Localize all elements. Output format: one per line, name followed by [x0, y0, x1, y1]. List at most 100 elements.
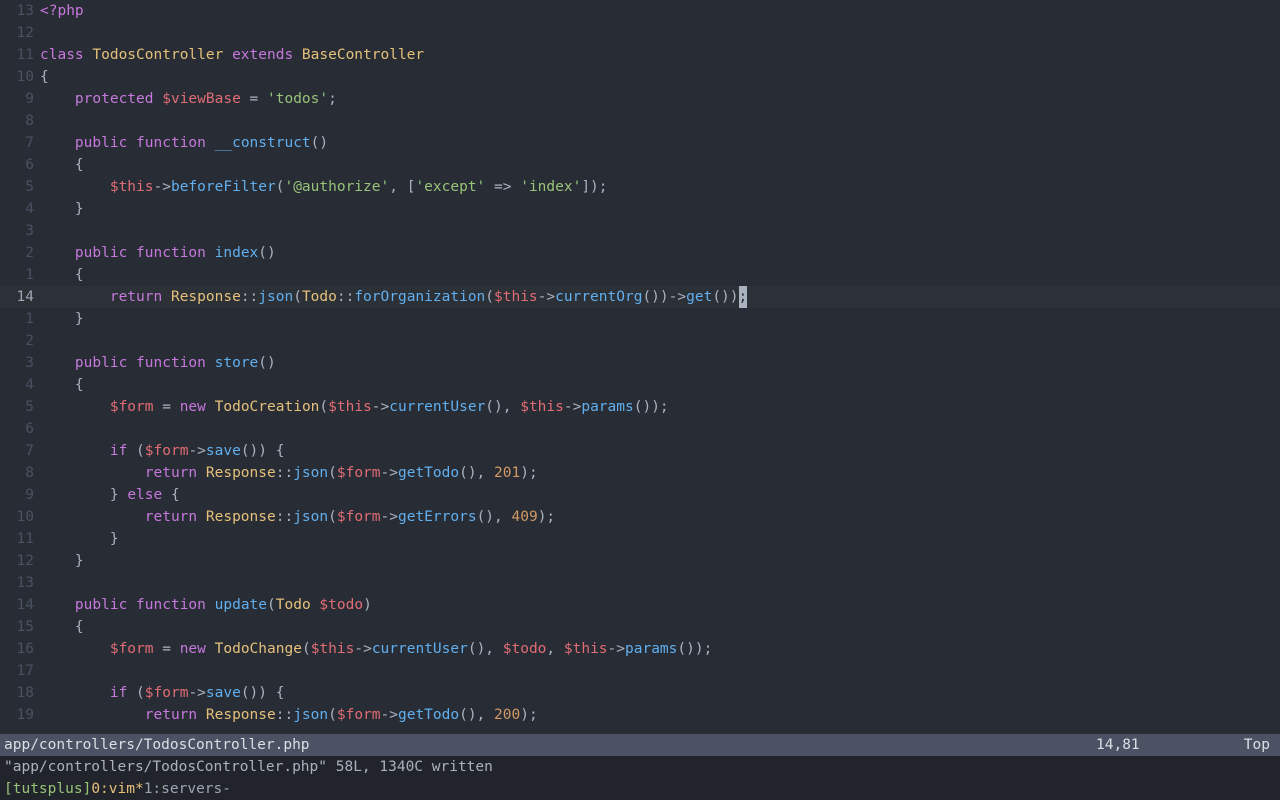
code-line[interactable]: 9 } else { — [0, 484, 1280, 506]
vim-editor[interactable]: 13<?php1211class TodosController extends… — [0, 0, 1280, 800]
code-line[interactable]: 11class TodosController extends BaseCont… — [0, 44, 1280, 66]
code-line[interactable]: 10 return Response::json($form->getError… — [0, 506, 1280, 528]
line-content[interactable]: $form = new TodoCreation($this->currentU… — [40, 396, 1280, 418]
line-content[interactable]: return Response::json(Todo::forOrganizat… — [40, 286, 1280, 308]
code-line[interactable]: 7 if ($form->save()) { — [0, 440, 1280, 462]
status-file: app/controllers/TodosController.php — [4, 734, 1096, 756]
code-line[interactable]: 1 { — [0, 264, 1280, 286]
line-number: 1 — [0, 308, 40, 330]
code-line[interactable]: 2 — [0, 330, 1280, 352]
line-number: 14 — [0, 594, 40, 616]
code-line[interactable]: 11 } — [0, 528, 1280, 550]
code-line[interactable]: 17 — [0, 660, 1280, 682]
vim-message-line: "app/controllers/TodosController.php" 58… — [0, 756, 1280, 778]
line-number: 12 — [0, 22, 40, 44]
line-content[interactable]: if ($form->save()) { — [40, 682, 1280, 704]
line-content[interactable] — [40, 22, 1280, 44]
code-line[interactable]: 12 } — [0, 550, 1280, 572]
code-line[interactable]: 9 protected $viewBase = 'todos'; — [0, 88, 1280, 110]
line-content[interactable] — [40, 220, 1280, 242]
code-line[interactable]: 14 return Response::json(Todo::forOrgani… — [0, 286, 1280, 308]
line-content[interactable] — [40, 572, 1280, 594]
line-number: 1 — [0, 264, 40, 286]
code-line[interactable]: 13<?php — [0, 0, 1280, 22]
line-number: 6 — [0, 154, 40, 176]
line-number: 12 — [0, 550, 40, 572]
code-line[interactable]: 3 — [0, 220, 1280, 242]
code-line[interactable]: 1 } — [0, 308, 1280, 330]
code-line[interactable]: 6 — [0, 418, 1280, 440]
line-number: 3 — [0, 352, 40, 374]
line-content[interactable]: public function update(Todo $todo) — [40, 594, 1280, 616]
code-line[interactable]: 12 — [0, 22, 1280, 44]
line-number: 6 — [0, 418, 40, 440]
code-line[interactable]: 4 } — [0, 198, 1280, 220]
line-content[interactable]: class TodosController extends BaseContro… — [40, 44, 1280, 66]
code-line[interactable]: 13 — [0, 572, 1280, 594]
code-area[interactable]: 13<?php1211class TodosController extends… — [0, 0, 1280, 734]
code-line[interactable]: 18 if ($form->save()) { — [0, 682, 1280, 704]
code-line[interactable]: 7 public function __construct() — [0, 132, 1280, 154]
line-content[interactable] — [40, 110, 1280, 132]
line-content[interactable]: $this->beforeFilter('@authorize', ['exce… — [40, 176, 1280, 198]
line-number: 7 — [0, 440, 40, 462]
line-content[interactable]: public function store() — [40, 352, 1280, 374]
line-content[interactable] — [40, 660, 1280, 682]
line-content[interactable]: if ($form->save()) { — [40, 440, 1280, 462]
line-content[interactable]: } — [40, 308, 1280, 330]
line-content[interactable]: protected $viewBase = 'todos'; — [40, 88, 1280, 110]
line-number: 5 — [0, 176, 40, 198]
line-content[interactable]: } — [40, 528, 1280, 550]
line-content[interactable]: { — [40, 66, 1280, 88]
code-line[interactable]: 14 public function update(Todo $todo) — [0, 594, 1280, 616]
line-content[interactable]: { — [40, 616, 1280, 638]
line-number: 16 — [0, 638, 40, 660]
vim-write-message: "app/controllers/TodosController.php" 58… — [4, 759, 493, 775]
tmux-window-0[interactable]: 0:vim* — [91, 778, 143, 800]
line-content[interactable]: } — [40, 550, 1280, 572]
line-content[interactable]: { — [40, 264, 1280, 286]
code-line[interactable]: 5 $form = new TodoCreation($this->curren… — [0, 396, 1280, 418]
code-line[interactable]: 8 — [0, 110, 1280, 132]
code-line[interactable]: 16 $form = new TodoChange($this->current… — [0, 638, 1280, 660]
line-content[interactable]: { — [40, 154, 1280, 176]
tmux-window-1[interactable]: 1:servers- — [144, 778, 231, 800]
line-content[interactable]: public function __construct() — [40, 132, 1280, 154]
line-content[interactable]: return Response::json($form->getTodo(), … — [40, 704, 1280, 726]
code-line[interactable]: 19 return Response::json($form->getTodo(… — [0, 704, 1280, 726]
line-number: 9 — [0, 88, 40, 110]
line-number: 19 — [0, 704, 40, 726]
code-line[interactable]: 6 { — [0, 154, 1280, 176]
code-line[interactable]: 4 { — [0, 374, 1280, 396]
line-content[interactable] — [40, 418, 1280, 440]
line-content[interactable]: <?php — [40, 0, 1280, 22]
line-number: 14 — [0, 286, 40, 308]
line-number: 11 — [0, 44, 40, 66]
code-line[interactable]: 8 return Response::json($form->getTodo()… — [0, 462, 1280, 484]
tmux-session-name[interactable]: [tutsplus] — [4, 778, 91, 800]
code-line[interactable]: 2 public function index() — [0, 242, 1280, 264]
code-line[interactable]: 5 $this->beforeFilter('@authorize', ['ex… — [0, 176, 1280, 198]
line-content[interactable]: } — [40, 198, 1280, 220]
line-content[interactable]: $form = new TodoChange($this->currentUse… — [40, 638, 1280, 660]
code-line[interactable]: 3 public function store() — [0, 352, 1280, 374]
line-content[interactable] — [40, 330, 1280, 352]
line-number: 8 — [0, 110, 40, 132]
line-number: 17 — [0, 660, 40, 682]
line-content[interactable]: return Response::json($form->getTodo(), … — [40, 462, 1280, 484]
line-content[interactable]: return Response::json($form->getErrors()… — [40, 506, 1280, 528]
line-number: 3 — [0, 220, 40, 242]
line-number: 11 — [0, 528, 40, 550]
code-line[interactable]: 15 { — [0, 616, 1280, 638]
code-line[interactable]: 10{ — [0, 66, 1280, 88]
line-number: 15 — [0, 616, 40, 638]
line-content[interactable]: { — [40, 374, 1280, 396]
line-content[interactable]: } else { — [40, 484, 1280, 506]
tmux-status-bar[interactable]: [tutsplus] 0:vim* 1:servers- — [0, 778, 1280, 800]
line-number: 7 — [0, 132, 40, 154]
line-number: 13 — [0, 572, 40, 594]
line-content[interactable]: public function index() — [40, 242, 1280, 264]
line-number: 5 — [0, 396, 40, 418]
status-bar: app/controllers/TodosController.php 14,8… — [0, 734, 1280, 756]
line-number: 10 — [0, 66, 40, 88]
